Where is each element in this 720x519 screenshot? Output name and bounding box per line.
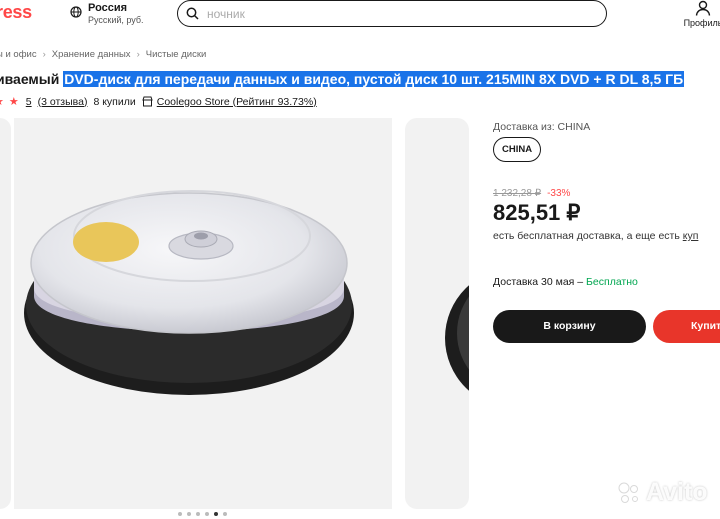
search-placeholder: ночник: [207, 6, 245, 21]
add-to-cart-button[interactable]: В корзину: [493, 310, 646, 343]
ship-from-option[interactable]: CHINA: [493, 137, 542, 162]
dvd-spindle-image: [445, 285, 469, 391]
gallery-dot[interactable]: [178, 512, 182, 516]
store-icon: [142, 96, 153, 107]
search-input[interactable]: ночник: [177, 0, 607, 27]
user-icon: [695, 0, 711, 16]
buy-now-button[interactable]: Купит: [653, 310, 720, 343]
free-shipping-note: есть бесплатная доставка, а еще есть куп: [493, 230, 698, 242]
region-lang-currency: Русский, руб.: [88, 15, 144, 25]
reviews-link[interactable]: (3 отзыва): [38, 96, 88, 108]
product-title-prefix: иваемый: [0, 71, 64, 87]
sold-count: 8 купили: [93, 95, 136, 108]
region-selector[interactable]: Россия Русский, руб.: [70, 2, 144, 26]
old-price-row: 1 232,28 ₽ -33%: [493, 188, 570, 199]
watermark: Avito: [616, 478, 708, 507]
product-image[interactable]: [14, 118, 392, 509]
search-icon[interactable]: [186, 7, 199, 20]
breadcrumb: ы и офис › Хранение данных › Чистые диски: [0, 49, 206, 60]
coupons-link[interactable]: куп: [683, 230, 699, 242]
delivery-date: Доставка 30 мая –: [493, 276, 587, 288]
logo[interactable]: ress: [0, 2, 32, 23]
delivery-free: Бесплатно: [586, 276, 638, 288]
breadcrumb-item[interactable]: ы и офис: [0, 49, 37, 60]
old-price: 1 232,28 ₽: [493, 188, 542, 199]
store-link[interactable]: Coolegoo Store (Рейтинг 93.73%): [142, 96, 317, 108]
profile-label: Профиль: [683, 18, 720, 28]
breadcrumb-item[interactable]: Хранение данных: [52, 49, 131, 60]
product-title-selected: DVD-диск для передачи данных и видео, пу…: [63, 71, 685, 87]
breadcrumb-item[interactable]: Чистые диски: [146, 49, 207, 60]
breadcrumb-separator: ›: [42, 49, 46, 60]
thumbnail-strip[interactable]: [0, 118, 11, 509]
avito-logo-icon: [618, 482, 638, 503]
product-title: иваемый DVD-диск для передачи данных и в…: [0, 71, 685, 87]
store-name: Coolegoo Store (Рейтинг 93.73%): [156, 95, 317, 108]
gallery-dot[interactable]: [223, 512, 227, 516]
watermark-text: Avito: [646, 478, 708, 506]
profile-button[interactable]: Профиль: [683, 0, 720, 28]
dvd-spindle-image: [24, 190, 354, 395]
region-name: Россия: [88, 2, 128, 14]
globe-icon: [70, 6, 82, 18]
rating-value[interactable]: 5: [26, 96, 32, 108]
gallery-dot[interactable]: [187, 512, 191, 516]
next-image-preview[interactable]: [405, 118, 469, 509]
gallery-dot[interactable]: [196, 512, 200, 516]
free-shipping-text: есть бесплатная доставка, а еще есть: [493, 230, 683, 242]
breadcrumb-separator: ›: [136, 49, 140, 60]
ship-from-label: Доставка из: CHINA: [493, 121, 591, 133]
rating-stars: ★ ★: [0, 96, 20, 108]
gallery-dot-active[interactable]: [214, 512, 218, 516]
delivery-estimate: Доставка 30 мая – Бесплатно: [493, 276, 638, 288]
discount-badge: -33%: [547, 188, 571, 199]
current-price: 825,51 ₽: [493, 200, 581, 225]
gallery-pagination: [178, 512, 227, 516]
rating-row: ★ ★ 5 (3 отзыва) 8 купили Coolegoo Store…: [0, 95, 317, 109]
gallery-dot[interactable]: [205, 512, 209, 516]
